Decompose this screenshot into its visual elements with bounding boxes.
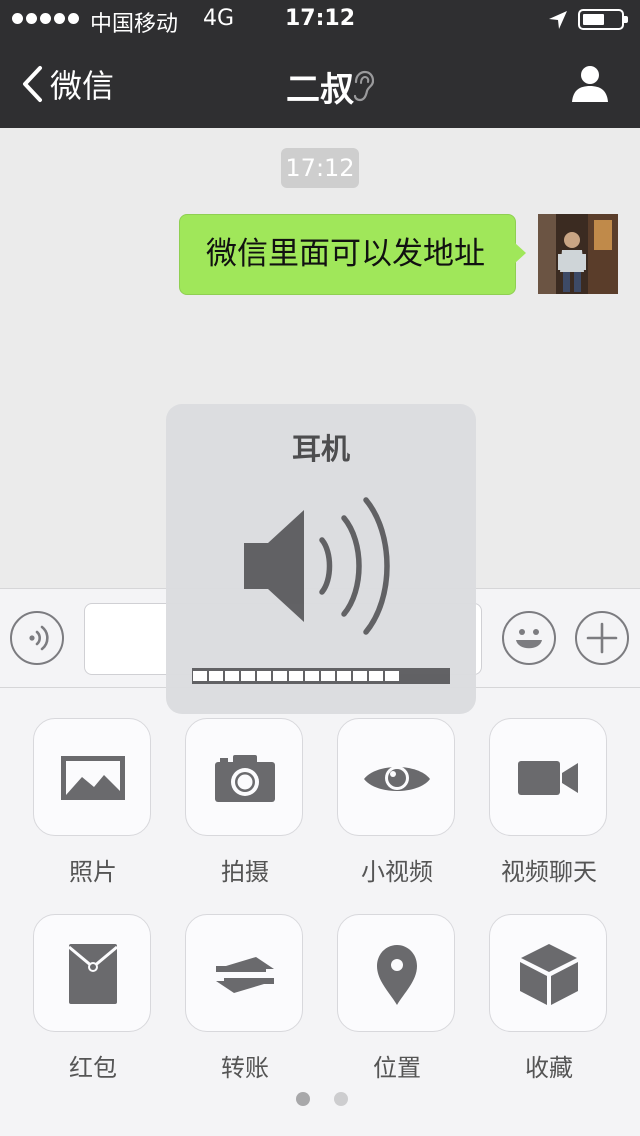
- volume-segment: [273, 671, 287, 681]
- panel-item-red-packet[interactable]: 红包: [33, 914, 153, 1083]
- panel-item-video-call[interactable]: 视频聊天: [489, 718, 609, 887]
- panel-item-box: [337, 914, 455, 1032]
- chat-title: 二叔: [286, 70, 354, 110]
- panel-item-label: 拍摄: [221, 858, 269, 886]
- volume-segment: [257, 671, 271, 681]
- eye-icon: [364, 766, 430, 791]
- volume-segment: [193, 671, 207, 681]
- panel-item-label: 视频聊天: [501, 858, 597, 886]
- page-indicator[interactable]: [296, 1092, 348, 1106]
- panel-item-box: [185, 914, 303, 1032]
- volume-segment: [241, 671, 255, 681]
- panel-item-label: 转账: [221, 1054, 269, 1082]
- panel-item-label: 收藏: [525, 1054, 573, 1082]
- volume-segment: [385, 671, 399, 681]
- panel-item-box: [33, 718, 151, 836]
- emoji-button[interactable]: [502, 611, 556, 665]
- location-arrow-icon: [549, 11, 567, 29]
- transfer-icon: [216, 957, 274, 993]
- panel-item-transfer[interactable]: 转账: [185, 914, 305, 1083]
- plus-icon: [586, 622, 618, 654]
- panel-item-short-video[interactable]: 小视频: [337, 718, 457, 887]
- message-bubble-sent[interactable]: 微信里面可以发地址: [179, 214, 526, 295]
- panel-item-camera[interactable]: 拍摄: [185, 718, 305, 887]
- page-dot-active[interactable]: [296, 1092, 310, 1106]
- speaker-icon: [244, 497, 390, 635]
- top-bar: 中国移动 4G 17:12 微信 二叔: [0, 0, 640, 128]
- more-button[interactable]: [575, 611, 629, 665]
- avatar[interactable]: [538, 214, 618, 294]
- earpiece-icon: [353, 70, 374, 102]
- voice-icon: [29, 625, 49, 651]
- chat-timestamp: 17:12: [281, 148, 359, 188]
- volume-segment: [337, 671, 351, 681]
- panel-item-box: [185, 718, 303, 836]
- volume-segment: [321, 671, 335, 681]
- photo-icon: [61, 756, 125, 800]
- volume-segment: [225, 671, 239, 681]
- panel-item-box: [489, 718, 607, 836]
- panel-item-favorites[interactable]: 收藏: [489, 914, 609, 1083]
- panel-item-label: 红包: [69, 1054, 117, 1082]
- person-icon[interactable]: [570, 64, 610, 104]
- page-dot[interactable]: [334, 1092, 348, 1106]
- camera-icon: [215, 755, 275, 802]
- panel-item-box: [33, 914, 151, 1032]
- video-camera-icon: [518, 761, 578, 795]
- panel-item-label: 位置: [373, 1054, 421, 1082]
- voice-toggle-button[interactable]: [10, 611, 64, 665]
- nav-bar: 微信 二叔: [0, 40, 640, 128]
- battery-icon: [578, 9, 628, 30]
- panel-item-box: [489, 914, 607, 1032]
- volume-level-bar: [192, 668, 450, 684]
- volume-hud-title: 耳机: [291, 432, 350, 466]
- status-time: 17:12: [284, 6, 356, 31]
- status-bar: 中国移动 4G 17:12: [0, 0, 640, 40]
- panel-item-box: [337, 718, 455, 836]
- cube-icon: [520, 944, 578, 1005]
- volume-segment: [209, 671, 223, 681]
- volume-segment: [369, 671, 383, 681]
- emoji-icon: [516, 629, 542, 649]
- panel-item-photo[interactable]: 照片: [33, 718, 153, 887]
- red-packet-icon: [68, 944, 118, 1004]
- volume-segment: [305, 671, 319, 681]
- volume-segment: [289, 671, 303, 681]
- volume-hud: 耳机: [166, 404, 476, 714]
- panel-item-location[interactable]: 位置: [337, 914, 457, 1083]
- volume-segment: [353, 671, 367, 681]
- location-pin-icon: [377, 945, 417, 1005]
- panel-item-label: 小视频: [361, 858, 433, 886]
- panel-item-label: 照片: [69, 858, 117, 886]
- volume-level-fill: [193, 669, 399, 683]
